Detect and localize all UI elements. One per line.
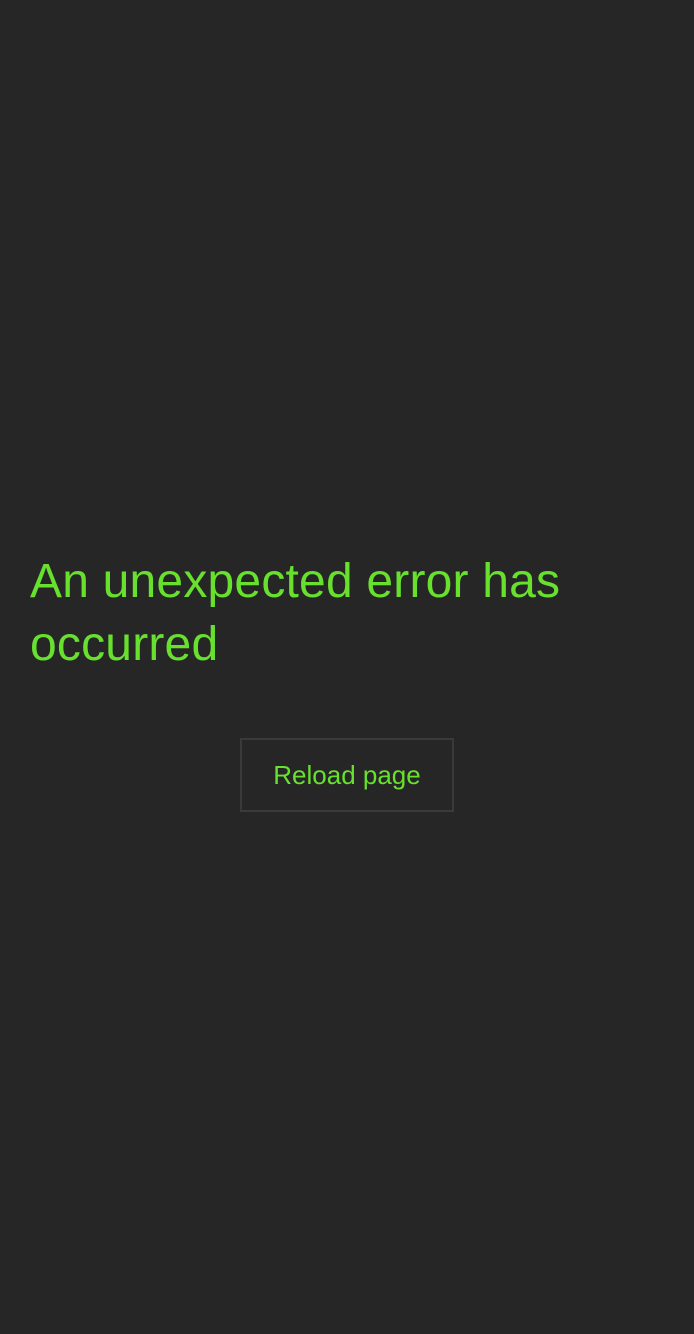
error-message-block: An unexpected error has occurred xyxy=(30,550,664,676)
error-title: An unexpected error has occurred xyxy=(30,555,561,671)
reload-page-button[interactable]: Reload page xyxy=(240,738,454,812)
error-screen: An unexpected error has occurred Reload … xyxy=(0,0,694,1334)
